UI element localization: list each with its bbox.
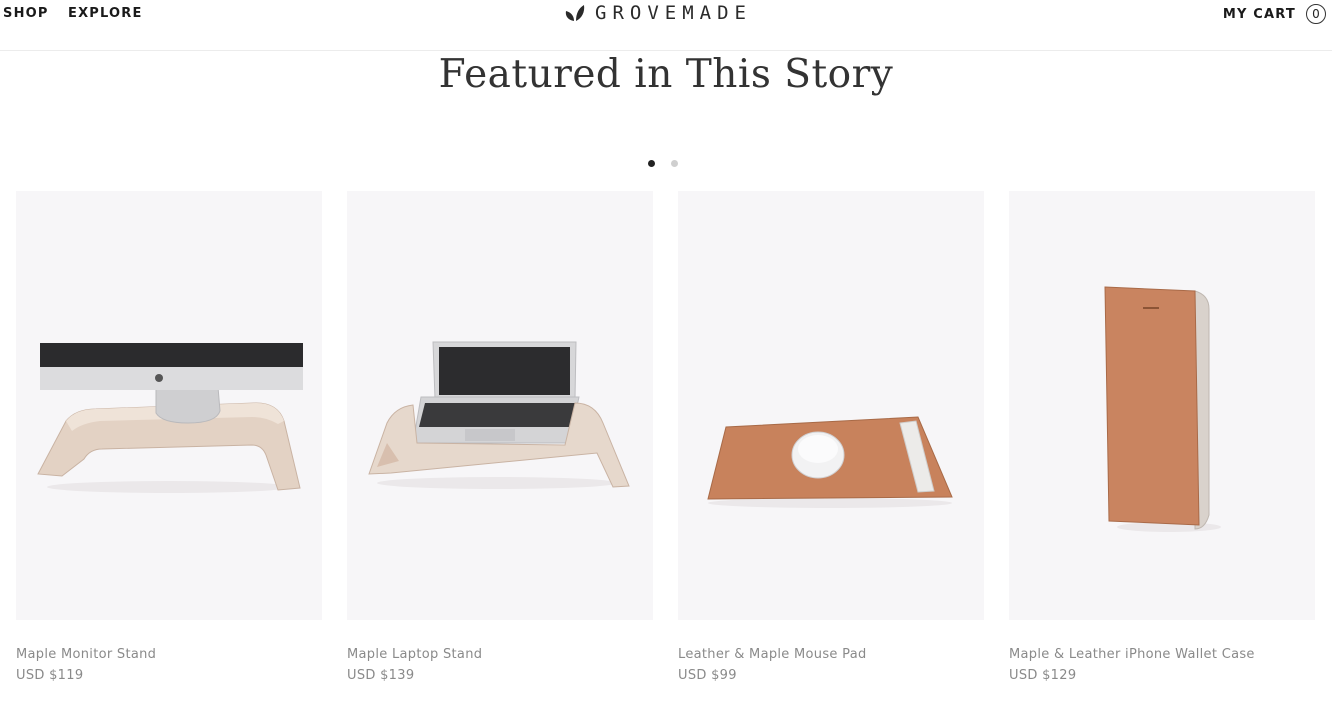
product-price: USD $99 — [678, 668, 737, 683]
product-image-mouse-pad[interactable] — [678, 191, 984, 620]
product-name[interactable]: Maple Laptop Stand — [347, 647, 653, 663]
carousel-dot-2[interactable] — [671, 160, 678, 167]
nav-shop-link[interactable]: SHOP — [3, 6, 49, 21]
product-image-laptop-stand[interactable] — [347, 191, 653, 620]
product-card-monitor-stand[interactable]: Maple Monitor Stand USD $119 — [16, 191, 322, 684]
brand-wordmark: GROVEMADE — [595, 2, 752, 24]
section-title: Featured in This Story — [438, 52, 894, 97]
nav-explore-link[interactable]: EXPLORE — [68, 6, 143, 21]
product-name[interactable]: Leather & Maple Mouse Pad — [678, 647, 984, 663]
product-price: USD $129 — [1009, 668, 1077, 683]
carousel-pagination — [648, 160, 694, 167]
cart-label: MY CART — [1222, 6, 1296, 22]
cart-count-badge: 0 — [1306, 4, 1326, 24]
product-name[interactable]: Maple Monitor Stand — [16, 647, 322, 663]
brand-logo[interactable]: GROVEMADE — [565, 2, 752, 24]
carousel-dot-1[interactable] — [648, 160, 655, 167]
monitor-stand-image — [37, 343, 303, 493]
product-card-iphone-wallet-case[interactable]: Maple & Leather iPhone Wallet Case USD $… — [1009, 191, 1315, 684]
product-card-laptop-stand[interactable]: Maple Laptop Stand USD $139 — [347, 191, 653, 684]
laptop-stand-image — [368, 341, 630, 489]
product-card-mouse-pad[interactable]: Leather & Maple Mouse Pad USD $99 — [678, 191, 984, 684]
product-image-monitor-stand[interactable] — [16, 191, 322, 620]
product-price: USD $119 — [16, 668, 84, 683]
product-name[interactable]: Maple & Leather iPhone Wallet Case — [1009, 647, 1315, 663]
product-image-iphone-wallet-case[interactable] — [1009, 191, 1315, 620]
site-header: SHOP EXPLORE GROVEMADE MY CART 0 — [0, 0, 1332, 51]
iphone-wallet-case-image — [1104, 286, 1221, 532]
product-price: USD $139 — [347, 668, 415, 683]
mouse-pad-image — [707, 416, 953, 508]
cart-button[interactable]: MY CART 0 — [1223, 4, 1326, 24]
leaf-logo-icon — [565, 5, 585, 21]
